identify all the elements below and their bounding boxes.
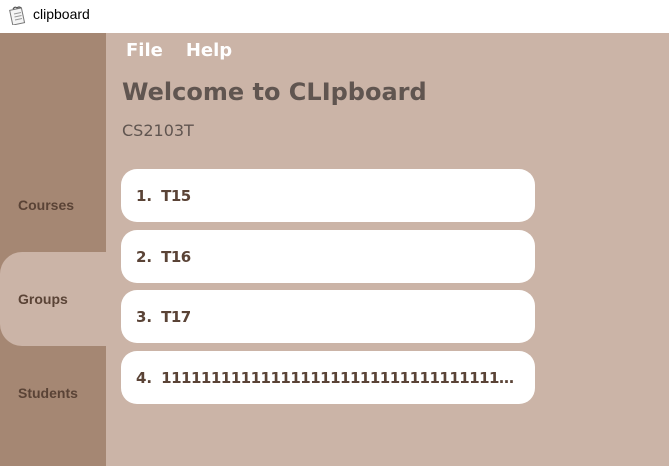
sidebar: Courses Groups Students bbox=[0, 33, 106, 466]
group-card[interactable]: 2. T16 bbox=[121, 230, 535, 283]
group-card[interactable]: 3. T17 bbox=[121, 290, 535, 343]
group-name: 1111111111111111111111111111111111111111… bbox=[161, 368, 521, 387]
group-index: 1. bbox=[136, 186, 153, 205]
group-index: 3. bbox=[136, 307, 153, 326]
sidebar-item-groups[interactable]: Groups bbox=[0, 252, 106, 346]
page-subtitle: CS2103T bbox=[122, 121, 194, 140]
menu-bar: File Help bbox=[126, 40, 232, 61]
notepad-icon bbox=[9, 5, 27, 26]
group-name: T15 bbox=[161, 186, 191, 205]
group-card[interactable]: 4. 1111111111111111111111111111111111111… bbox=[121, 351, 535, 404]
group-card[interactable]: 1. T15 bbox=[121, 169, 535, 222]
group-index: 4. bbox=[136, 368, 153, 387]
group-name: T16 bbox=[161, 247, 191, 266]
app-window: Courses Groups Students File Help Welcom… bbox=[0, 33, 669, 466]
menu-help[interactable]: Help bbox=[186, 40, 232, 61]
title-bar: clipboard bbox=[0, 0, 669, 33]
group-index: 2. bbox=[136, 247, 153, 266]
sidebar-item-students[interactable]: Students bbox=[0, 346, 106, 440]
page-title: Welcome to CLIpboard bbox=[122, 78, 427, 106]
window-title: clipboard bbox=[33, 6, 90, 22]
menu-file[interactable]: File bbox=[126, 40, 163, 61]
sidebar-item-courses[interactable]: Courses bbox=[0, 158, 106, 252]
group-name: T17 bbox=[161, 307, 191, 326]
